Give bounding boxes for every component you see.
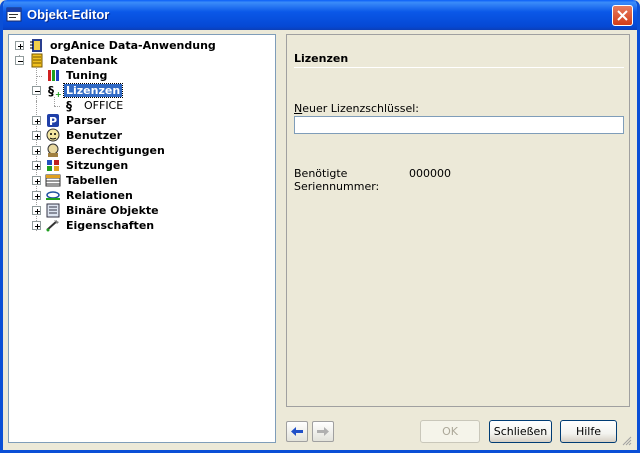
plus-icon bbox=[35, 209, 40, 214]
tree-item-parser[interactable]: P Parser bbox=[11, 113, 108, 128]
tree-item-label: Lizenzen bbox=[62, 83, 124, 98]
tree-item-datenbank[interactable]: Datenbank bbox=[11, 53, 120, 68]
plus-icon bbox=[18, 44, 23, 49]
tree-item-relationen[interactable]: Relationen bbox=[11, 188, 135, 203]
plus-icon bbox=[35, 224, 40, 229]
collapse-toggle[interactable] bbox=[32, 86, 41, 95]
expand-toggle[interactable] bbox=[32, 146, 41, 155]
serial-number-value: 000000 bbox=[409, 167, 451, 180]
tree-item-organice[interactable]: orgAnice Data-Anwendung bbox=[11, 38, 218, 53]
svg-text:+: + bbox=[55, 90, 61, 98]
tree-item-sitzungen[interactable]: Sitzungen bbox=[11, 158, 130, 173]
close-icon bbox=[617, 10, 628, 21]
tree-item-label: Datenbank bbox=[50, 54, 118, 67]
tuning-icon bbox=[45, 68, 61, 83]
tree-item-label: Sitzungen bbox=[66, 159, 129, 172]
plus-icon bbox=[35, 134, 40, 139]
expand-toggle[interactable] bbox=[32, 176, 41, 185]
tree-item-lizenzen[interactable]: § + Lizenzen bbox=[11, 83, 124, 99]
binary-object-icon bbox=[45, 203, 61, 218]
collapse-toggle[interactable] bbox=[15, 56, 24, 65]
tree-item-benutzer[interactable]: Benutzer bbox=[11, 128, 124, 143]
tree-item-label: Berechtigungen bbox=[66, 144, 165, 157]
serial-number-label: Benötigte Seriennummer: bbox=[294, 167, 380, 193]
tree-item-label: Tuning bbox=[66, 69, 108, 82]
user-icon bbox=[45, 128, 61, 143]
tree-item-eigenschaften[interactable]: Eigenschaften bbox=[11, 218, 156, 233]
ok-button[interactable]: OK bbox=[420, 420, 480, 443]
forward-button[interactable] bbox=[312, 421, 334, 442]
svg-text:P: P bbox=[49, 115, 57, 128]
section-title: Lizenzen bbox=[294, 52, 349, 65]
expand-toggle[interactable] bbox=[32, 221, 41, 230]
window-title: Objekt-Editor bbox=[27, 7, 110, 22]
title-bar[interactable]: Objekt-Editor bbox=[3, 0, 637, 30]
table-icon bbox=[45, 173, 61, 188]
tree-item-label: Eigenschaften bbox=[66, 219, 155, 232]
tree-item-label: OFFICE bbox=[84, 99, 124, 112]
window-app-icon bbox=[6, 7, 22, 22]
database-app-icon bbox=[29, 38, 45, 53]
detail-panel bbox=[286, 34, 630, 407]
license-key-label: Neuer Lizenzschlüssel: bbox=[294, 102, 420, 115]
tree-item-label: Benutzer bbox=[66, 129, 123, 142]
expand-toggle[interactable] bbox=[32, 191, 41, 200]
back-button[interactable] bbox=[286, 421, 308, 442]
tree-item-label: Tabellen bbox=[66, 174, 118, 187]
expand-toggle[interactable] bbox=[32, 161, 41, 170]
plus-icon bbox=[35, 179, 40, 184]
resize-grip-icon[interactable] bbox=[620, 434, 632, 446]
plus-icon bbox=[35, 149, 40, 154]
svg-text:§: § bbox=[48, 84, 54, 98]
tree-item-berechtigungen[interactable]: Berechtigungen bbox=[11, 143, 167, 158]
expand-toggle[interactable] bbox=[32, 116, 41, 125]
relation-icon bbox=[45, 188, 61, 203]
tree-item-binaere-objekte[interactable]: Binäre Objekte bbox=[11, 203, 161, 218]
close-button[interactable]: Schließen bbox=[489, 420, 552, 443]
tree-item-office[interactable]: § OFFICE bbox=[11, 98, 125, 113]
permissions-icon bbox=[45, 143, 61, 158]
minus-icon bbox=[18, 61, 23, 62]
tree-item-tuning[interactable]: Tuning bbox=[11, 68, 109, 83]
sessions-icon bbox=[45, 158, 61, 173]
help-button[interactable]: Hilfe bbox=[560, 420, 617, 443]
database-icon bbox=[29, 53, 45, 68]
plus-icon bbox=[35, 194, 40, 199]
properties-icon bbox=[45, 218, 61, 233]
parser-icon: P bbox=[45, 113, 61, 128]
expand-toggle[interactable] bbox=[32, 131, 41, 140]
close-window-button[interactable] bbox=[612, 5, 633, 26]
expand-toggle[interactable] bbox=[32, 206, 41, 215]
tree-item-label: Relationen bbox=[66, 189, 133, 202]
plus-icon bbox=[35, 164, 40, 169]
expand-toggle[interactable] bbox=[15, 41, 24, 50]
tree-item-label: Binäre Objekte bbox=[66, 204, 159, 217]
tree-item-label: Parser bbox=[66, 114, 107, 127]
minus-icon bbox=[35, 91, 40, 92]
arrow-right-icon bbox=[317, 427, 329, 436]
license-key-input[interactable] bbox=[294, 116, 624, 134]
svg-text:§: § bbox=[66, 99, 72, 113]
section-divider bbox=[294, 67, 624, 68]
plus-icon bbox=[35, 119, 40, 124]
tree-item-tabellen[interactable]: Tabellen bbox=[11, 173, 120, 188]
object-tree[interactable]: orgAnice Data-Anwendung Datenbank Tuning… bbox=[8, 34, 276, 443]
paragraph-icon: § + bbox=[45, 83, 62, 99]
paragraph-icon: § bbox=[63, 98, 79, 113]
tree-item-label: orgAnice Data-Anwendung bbox=[50, 39, 216, 52]
arrow-left-icon bbox=[291, 427, 303, 436]
